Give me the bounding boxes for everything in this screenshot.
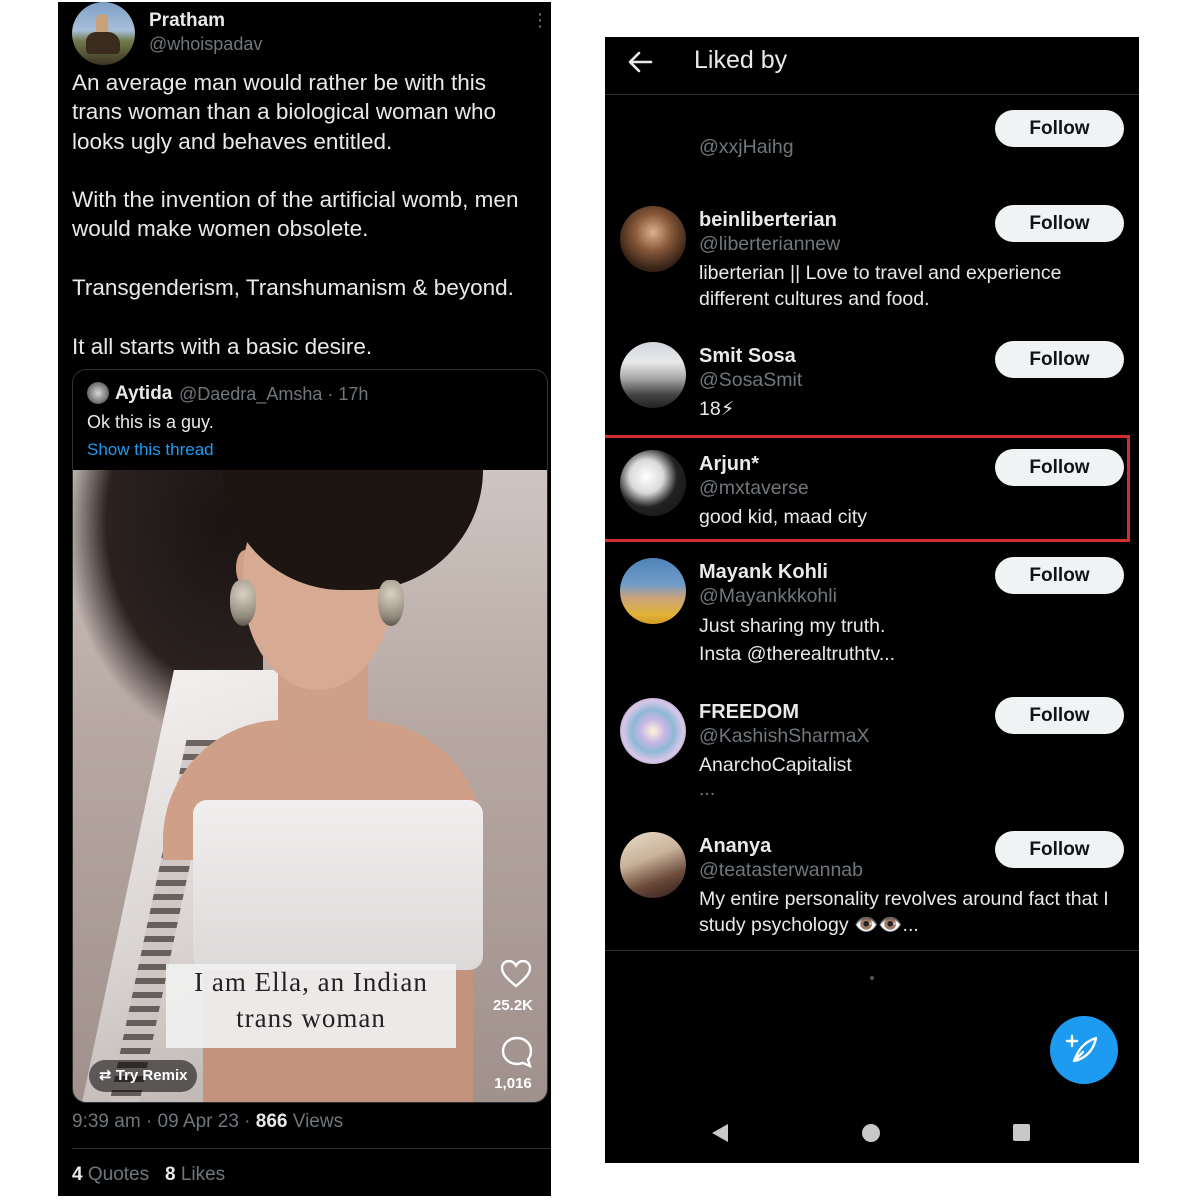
caption-line: trans woman [236,1003,386,1033]
user-name: FREEDOM [699,701,799,723]
tweet-meta: 9:39 am · 09 Apr 23 · 866 Views [72,1111,343,1133]
divider [72,1148,551,1149]
media-likes-count: 25.2K [492,997,534,1014]
user-bio: good kid, maad city [699,506,868,528]
user-row[interactable]: Arjun* @mxtaverse good kid, maad city Fo… [605,448,1139,528]
user-row[interactable]: @xxjHaihg Follow [605,109,1139,179]
user-row[interactable]: Smit Sosa @SosaSmit 18⚡ Follow [605,340,1139,420]
views-label: Views [287,1111,344,1132]
follow-button[interactable]: Follow [995,110,1124,147]
remix-icon: ⇄ [99,1067,116,1084]
compose-tweet-button[interactable] [1050,1016,1118,1084]
quoted-tweet[interactable]: Aytida @Daedra_Amsha · 17h Ok this is a … [72,369,548,1103]
user-handle: @mxtaverse [699,477,809,499]
user-handle: @SosaSmit [699,369,803,391]
compose-feather-icon [1065,1034,1098,1063]
header: Liked by [605,37,1139,95]
liked-by-panel: Liked by @xxjHaihg Follow beinliberteria… [605,37,1139,1163]
tweet-paragraph: Transgenderism, Transhumanism & beyond. [72,275,514,301]
user-handle: @teatasterwannab [699,859,863,881]
follow-button[interactable]: Follow [995,205,1124,242]
android-recents-icon[interactable] [1013,1124,1030,1141]
comment-icon[interactable] [501,1036,533,1068]
tweet-paragraph: An average man would rather be with this… [72,70,496,154]
android-home-icon[interactable] [862,1124,880,1142]
loading-dot [870,976,874,980]
earring [378,580,404,626]
user-bio-line: ... [699,778,716,800]
likes-stat[interactable]: 8 Likes [165,1164,225,1185]
likes-label: Likes [175,1164,226,1185]
follow-button[interactable]: Follow [995,697,1124,734]
author-name[interactable]: Pratham [149,10,225,32]
user-bio: liberterian || Love to travel and experi… [699,262,1062,310]
divider [605,950,1139,951]
quoted-author-avatar [87,382,109,404]
user-handle: @Mayankkkohli [699,585,837,607]
user-handle: @KashishSharmaX [699,725,870,747]
quoted-tweet-text: Ok this is a guy. [87,412,214,432]
user-avatar[interactable] [620,206,686,272]
quoted-author-handle: @Daedra_Amsha · 17h [179,384,369,404]
user-row[interactable]: beinliberterian @liberteriannew liberter… [605,204,1139,314]
user-bio: 18⚡ [699,398,735,420]
author-avatar[interactable] [72,2,135,65]
user-avatar[interactable] [620,558,686,624]
user-row[interactable]: Ananya @teatasterwannab My entire person… [605,830,1139,940]
user-avatar[interactable] [620,698,686,764]
user-bio: My entire personality revolves around fa… [699,888,1109,936]
likes-count: 8 [164,1164,176,1185]
quoted-media-video[interactable]: I am Ella, an Indian trans woman ⇄ Try R… [73,470,547,1102]
quoted-author-name: Aytida [115,383,173,404]
photo-top [193,800,483,970]
android-back-icon[interactable] [710,1122,730,1144]
follow-button[interactable]: Follow [995,449,1124,486]
more-options-icon[interactable]: ⋮ [531,10,549,31]
earring [230,580,256,626]
quotes-label: Quotes [82,1164,150,1185]
user-avatar[interactable] [620,832,686,898]
user-handle: @liberteriannew [699,233,841,255]
follow-button[interactable]: Follow [995,557,1124,594]
video-caption: I am Ella, an Indian trans woman [166,964,456,1048]
views-count: 866 [255,1111,288,1132]
tweet-stats: 4 Quotes 8 Likes [72,1164,225,1186]
media-comments-count: 1,016 [494,1075,532,1092]
follow-button[interactable]: Follow [995,831,1124,868]
user-bio-line: Just sharing my truth. [699,615,886,637]
remix-label: Try Remix [115,1067,188,1084]
user-name: beinliberterian [699,209,837,231]
tweet-paragraph: With the invention of the artificial wom… [72,187,519,242]
show-thread-link[interactable]: Show this thread [87,440,214,460]
user-row[interactable]: FREEDOM @KashishSharmaX AnarchoCapitalis… [605,696,1139,806]
user-name: Ananya [699,835,772,857]
follow-button[interactable]: Follow [995,341,1124,378]
user-handle: @xxjHaihg [699,136,794,158]
user-row[interactable]: Mayank Kohli @Mayankkkohli Just sharing … [605,556,1139,666]
user-name: Smit Sosa [699,345,796,367]
quotes-stat[interactable]: 4 Quotes [72,1164,149,1185]
tweet-panel: Pratham @whoispadav ⋮ An average man wou… [58,2,551,1196]
user-name: Arjun* [699,453,759,475]
back-arrow-icon[interactable] [627,49,653,75]
page-title: Liked by [694,46,788,74]
user-avatar[interactable] [620,342,686,408]
user-avatar[interactable] [620,450,686,516]
user-bio-line: AnarchoCapitalist [699,754,852,776]
user-name: Mayank Kohli [699,561,828,583]
heart-icon[interactable] [501,960,531,988]
quotes-count: 4 [72,1164,83,1185]
tweet-timestamp[interactable]: 9:39 am · 09 Apr 23 · [72,1111,256,1132]
tweet-text: An average man would rather be with this… [72,68,542,390]
author-handle[interactable]: @whoispadav [149,34,262,55]
try-remix-button[interactable]: ⇄ Try Remix [89,1060,198,1092]
caption-line: I am Ella, an Indian [194,967,428,997]
tweet-paragraph: It all starts with a basic desire. [72,333,373,359]
user-bio-line: Insta @therealtruthtv... [699,643,896,665]
